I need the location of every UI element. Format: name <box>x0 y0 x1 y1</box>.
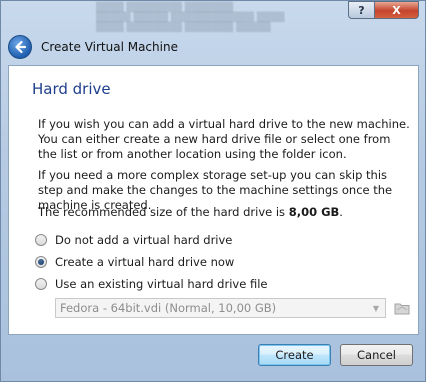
create-button[interactable]: Create <box>258 344 331 366</box>
dialog-window: ▒▒▒▒ ▒▒▒▒▒▒▒▒ ▒▒▒▒▒▒▒ ▒▒▒▒▒ ▒▒▒▒▒ ▒▒▒▒▒▒… <box>0 0 426 382</box>
close-icon: X <box>392 3 401 17</box>
choose-disk-file-button[interactable] <box>393 299 411 317</box>
recommended-size-suffix: . <box>339 205 343 219</box>
option-existing-disk[interactable]: Use an existing virtual hard drive file <box>35 276 267 292</box>
help-icon: ? <box>358 3 365 17</box>
close-button[interactable]: X <box>375 1 419 19</box>
cancel-button[interactable]: Cancel <box>340 344 413 366</box>
help-button[interactable]: ? <box>348 1 375 19</box>
radio-existing-disk[interactable] <box>35 278 47 290</box>
recommended-size-value: 8,00 GB <box>288 205 340 219</box>
radio-no-disk[interactable] <box>35 234 47 246</box>
recommended-size-text: The recommended size of the hard drive i… <box>38 205 410 220</box>
folder-icon <box>394 303 410 315</box>
option-no-disk-label: Do not add a virtual hard drive <box>55 233 233 247</box>
option-no-disk[interactable]: Do not add a virtual hard drive <box>35 232 232 248</box>
recommended-size-prefix: The recommended size of the hard drive i… <box>38 205 289 219</box>
existing-disk-select[interactable]: Fedora - 64bit.vdi (Normal, 10,00 GB) ▼ <box>55 298 386 318</box>
content-panel: Hard drive If you wish you can add a vir… <box>8 65 419 335</box>
intro-text: If you wish you can add a virtual hard d… <box>38 117 410 161</box>
chevron-down-icon: ▼ <box>372 303 380 313</box>
option-create-disk-label: Create a virtual hard drive now <box>55 255 235 269</box>
page-title: Hard drive <box>32 80 111 98</box>
arrow-left-icon <box>15 40 27 54</box>
existing-disk-value: Fedora - 64bit.vdi (Normal, 10,00 GB) <box>60 301 277 315</box>
back-button[interactable] <box>8 35 32 59</box>
radio-create-disk[interactable] <box>35 256 47 268</box>
window-title: Create Virtual Machine <box>41 40 178 54</box>
wizard-header: Create Virtual Machine <box>8 31 418 63</box>
caption-buttons: ? X <box>348 1 419 21</box>
option-create-disk[interactable]: Create a virtual hard drive now <box>35 254 234 270</box>
option-existing-disk-label: Use an existing virtual hard drive file <box>55 277 268 291</box>
